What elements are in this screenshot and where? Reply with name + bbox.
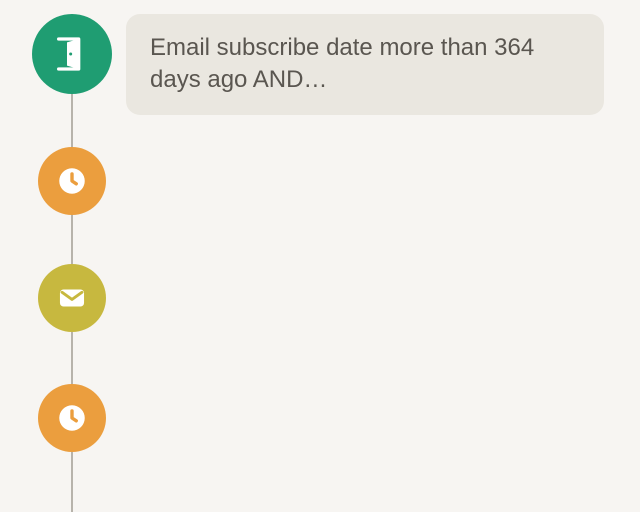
mail-icon	[55, 281, 89, 315]
clock-icon	[55, 401, 89, 435]
flow-node-start[interactable]	[32, 14, 112, 94]
flow-node-start-card[interactable]: Email subscribe date more than 364 days …	[126, 14, 604, 115]
flow-node-wait-1[interactable]	[38, 147, 106, 215]
workflow-canvas: Email subscribe date more than 364 days …	[0, 0, 640, 512]
door-icon	[52, 34, 92, 74]
flow-node-wait-2[interactable]	[38, 384, 106, 452]
connector-line	[71, 452, 73, 512]
flow-node-start-card-text: Email subscribe date more than 364 days …	[150, 34, 534, 93]
clock-icon	[55, 164, 89, 198]
connector-line	[71, 332, 73, 384]
flow-node-email[interactable]	[38, 264, 106, 332]
connector-line	[71, 212, 73, 264]
